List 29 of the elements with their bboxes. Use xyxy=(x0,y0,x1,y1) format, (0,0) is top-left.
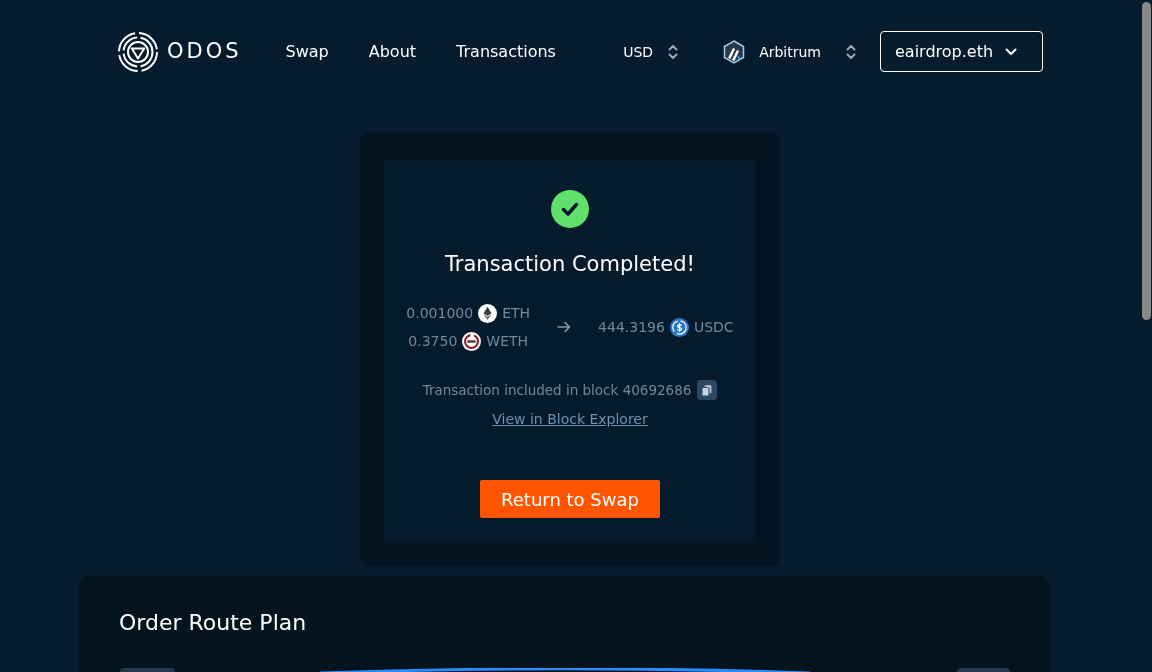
wallet-button[interactable]: eairdrop.eth xyxy=(880,31,1043,72)
chevron-down-icon xyxy=(1005,47,1018,56)
nav-link[interactable]: Transactions xyxy=(456,42,556,61)
token-amount: 444.3196 xyxy=(598,319,665,335)
token-amount: 0.3750 xyxy=(408,333,458,349)
token-symbol: ETH xyxy=(502,305,531,321)
dollar-coin-icon xyxy=(669,317,689,337)
section-title: Order Route Plan xyxy=(119,610,308,636)
token-symbol: USDC xyxy=(693,319,734,335)
token-amount: 0.001000 xyxy=(406,305,474,321)
check-circle-icon xyxy=(551,190,589,228)
hexagon-icon xyxy=(723,39,746,64)
logo-icon xyxy=(118,31,158,72)
status-title: Transaction Completed! xyxy=(445,251,695,278)
updown-chevron-icon xyxy=(668,43,679,60)
block-info-text: Transaction included in block 40692686 xyxy=(422,382,692,398)
currency-selector[interactable]: USD xyxy=(623,43,679,60)
nav-link[interactable]: Swap xyxy=(285,42,329,61)
diamond-coin-icon xyxy=(478,303,498,323)
copy-icon[interactable] xyxy=(697,380,718,400)
ring-coin-icon xyxy=(462,331,482,351)
nav-link[interactable]: About xyxy=(368,42,417,61)
logo-text: ODOS xyxy=(167,41,242,62)
scrollbar-thumb[interactable] xyxy=(1142,2,1151,320)
block-explorer-link[interactable]: View in Block Explorer xyxy=(492,409,648,429)
updown-chevron-icon xyxy=(846,43,856,60)
network-selector[interactable]: Arbitrum xyxy=(723,39,856,64)
arrow-right-icon xyxy=(557,321,572,333)
token-symbol: WETH xyxy=(486,333,529,349)
